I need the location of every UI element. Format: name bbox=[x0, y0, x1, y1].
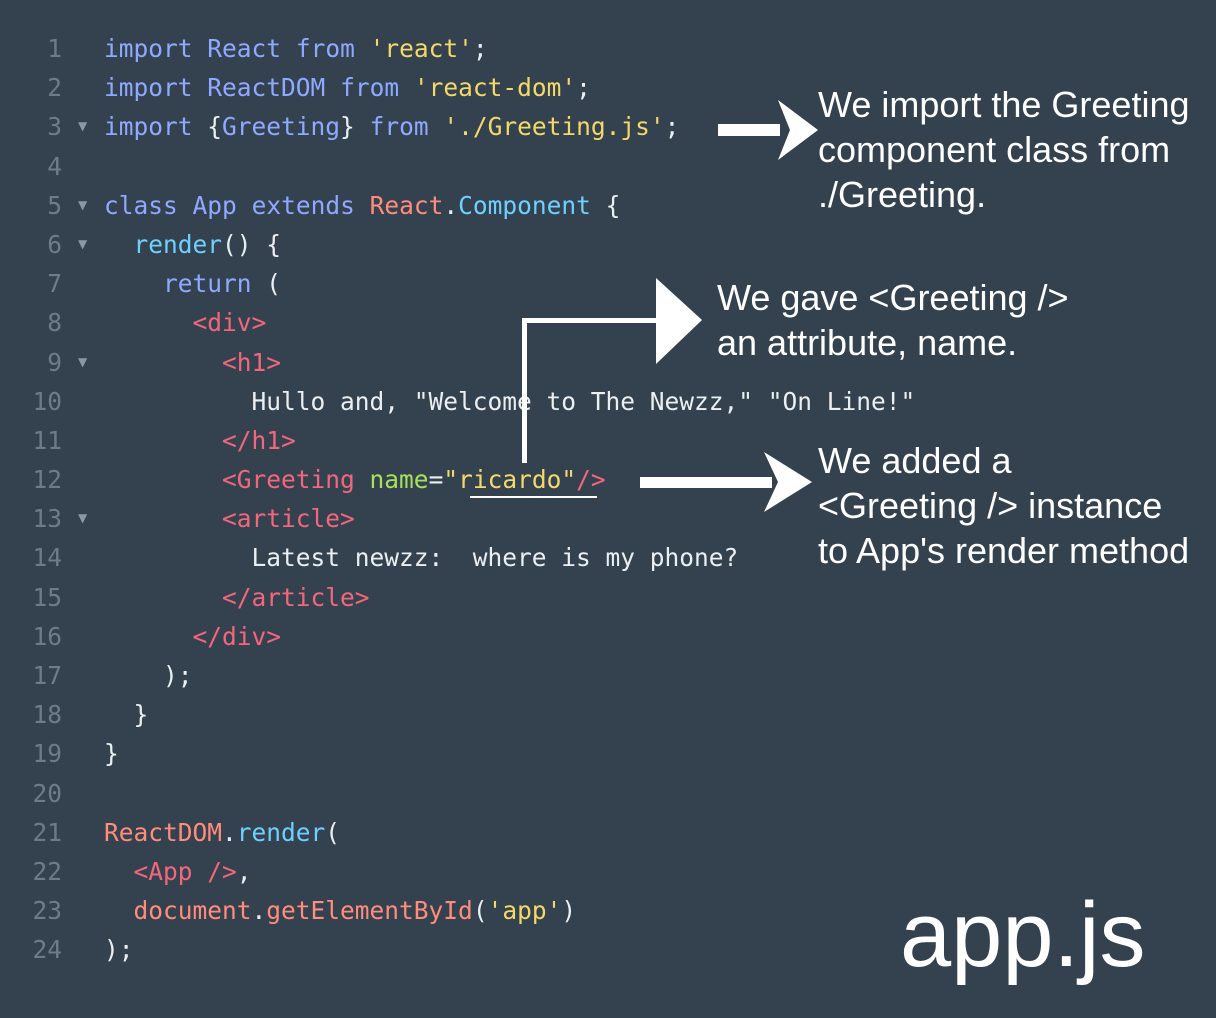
arrow-right-icon bbox=[718, 100, 818, 160]
value-underline bbox=[470, 496, 597, 498]
arrow-elbow-icon bbox=[522, 278, 702, 463]
annotation-arrows bbox=[470, 100, 818, 512]
arrow-right-icon bbox=[640, 452, 812, 512]
